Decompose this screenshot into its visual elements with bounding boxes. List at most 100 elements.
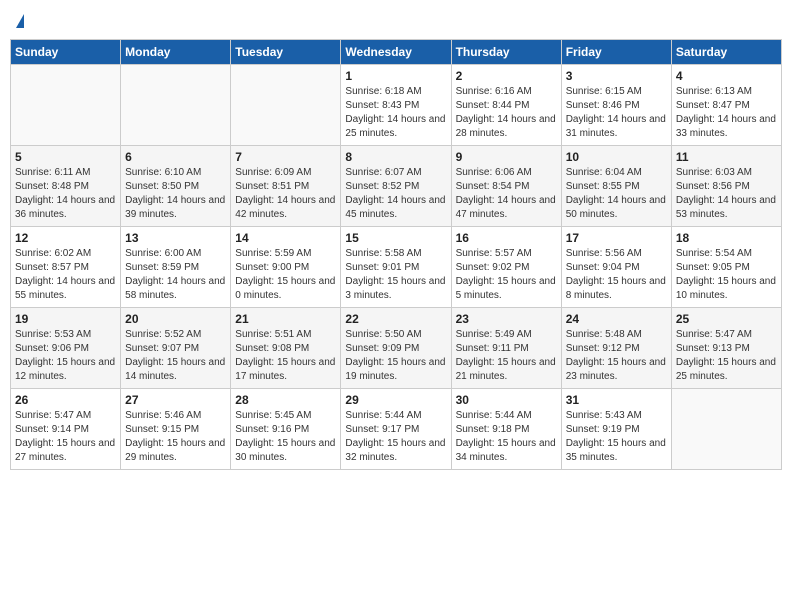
day-cell: 7Sunrise: 6:09 AM Sunset: 8:51 PM Daylig… bbox=[231, 146, 341, 227]
day-cell: 24 Sunrise: 5:48 AM Sunset: 9:12 PM Dayli… bbox=[561, 308, 671, 389]
day-cell: 12 Sunrise: 6:02 AM Sunset: 8:57 PM Dayli… bbox=[11, 227, 121, 308]
day-info: Sunrise: 5:44 AM Sunset: 9:18 PM Dayligh… bbox=[456, 409, 557, 465]
day-number: 28 bbox=[235, 393, 336, 407]
day-cell: 28 Sunrise: 5:45 AM Sunset: 9:16 PM Dayli… bbox=[231, 389, 341, 470]
day-number: 21 bbox=[235, 312, 336, 326]
day-cell: 3 Sunrise: 6:15 AM Sunset: 8:46 PM Daylig… bbox=[561, 65, 671, 146]
day-cell: 11Sunrise: 6:03 AM Sunset: 8:56 PM Dayli… bbox=[671, 146, 781, 227]
day-number: 30 bbox=[456, 393, 557, 407]
day-cell: 15 Sunrise: 5:58 AM Sunset: 9:01 PM Dayli… bbox=[341, 227, 451, 308]
day-number: 4 bbox=[676, 69, 777, 83]
day-number: 15 bbox=[345, 231, 446, 245]
logo bbox=[14, 10, 24, 31]
day-cell: 29Sunrise: 5:44 AM Sunset: 9:17 PM Dayli… bbox=[341, 389, 451, 470]
day-number: 10 bbox=[566, 150, 667, 164]
weekday-header-tuesday: Tuesday bbox=[231, 40, 341, 65]
day-number: 26 bbox=[15, 393, 116, 407]
day-cell: 10Sunrise: 6:04 AM Sunset: 8:55 PM Dayli… bbox=[561, 146, 671, 227]
day-cell: 25 Sunrise: 5:47 AM Sunset: 9:13 PM Dayli… bbox=[671, 308, 781, 389]
day-number: 23 bbox=[456, 312, 557, 326]
day-info: Sunrise: 5:59 AM Sunset: 9:00 PM Dayligh… bbox=[235, 247, 336, 303]
weekday-header-row: SundayMondayTuesdayWednesdayThursdayFrid… bbox=[11, 40, 782, 65]
day-info: Sunrise: 5:52 AM Sunset: 9:07 PM Dayligh… bbox=[125, 328, 226, 384]
day-cell: 5 Sunrise: 6:11 AM Sunset: 8:48 PM Daylig… bbox=[11, 146, 121, 227]
day-info: Sunrise: 5:56 AM Sunset: 9:04 PM Dayligh… bbox=[566, 247, 667, 303]
day-info: Sunrise: 5:57 AM Sunset: 9:02 PM Dayligh… bbox=[456, 247, 557, 303]
day-number: 6 bbox=[125, 150, 226, 164]
day-number: 24 bbox=[566, 312, 667, 326]
day-info: Sunrise: 5:48 AM Sunset: 9:12 PM Dayligh… bbox=[566, 328, 667, 384]
day-cell: 20 Sunrise: 5:52 AM Sunset: 9:07 PM Dayli… bbox=[121, 308, 231, 389]
day-cell: 6 Sunrise: 6:10 AM Sunset: 8:50 PM Daylig… bbox=[121, 146, 231, 227]
logo-triangle-icon bbox=[16, 14, 24, 28]
day-number: 13 bbox=[125, 231, 226, 245]
day-info: Sunrise: 5:49 AM Sunset: 9:11 PM Dayligh… bbox=[456, 328, 557, 384]
day-cell: 22Sunrise: 5:50 AM Sunset: 9:09 PM Dayli… bbox=[341, 308, 451, 389]
logo-text bbox=[14, 10, 24, 31]
day-cell bbox=[671, 389, 781, 470]
day-number: 16 bbox=[456, 231, 557, 245]
weekday-header-sunday: Sunday bbox=[11, 40, 121, 65]
day-number: 14 bbox=[235, 231, 336, 245]
day-cell: 16 Sunrise: 5:57 AM Sunset: 9:02 PM Dayli… bbox=[451, 227, 561, 308]
day-cell: 9Sunrise: 6:06 AM Sunset: 8:54 PM Daylig… bbox=[451, 146, 561, 227]
day-cell: 2 Sunrise: 6:16 AM Sunset: 8:44 PM Daylig… bbox=[451, 65, 561, 146]
day-info: Sunrise: 5:53 AM Sunset: 9:06 PM Dayligh… bbox=[15, 328, 116, 384]
day-info: Sunrise: 5:43 AM Sunset: 9:19 PM Dayligh… bbox=[566, 409, 667, 465]
day-info: Sunrise: 5:58 AM Sunset: 9:01 PM Dayligh… bbox=[345, 247, 446, 303]
week-row-5: 26Sunrise: 5:47 AM Sunset: 9:14 PM Dayli… bbox=[11, 389, 782, 470]
day-cell: 19 Sunrise: 5:53 AM Sunset: 9:06 PM Dayli… bbox=[11, 308, 121, 389]
day-info: Sunrise: 5:46 AM Sunset: 9:15 PM Dayligh… bbox=[125, 409, 226, 465]
day-info: Sunrise: 6:02 AM Sunset: 8:57 PM Dayligh… bbox=[15, 247, 116, 303]
day-cell: 26Sunrise: 5:47 AM Sunset: 9:14 PM Dayli… bbox=[11, 389, 121, 470]
day-info: Sunrise: 5:44 AM Sunset: 9:17 PM Dayligh… bbox=[345, 409, 446, 465]
day-number: 25 bbox=[676, 312, 777, 326]
day-info: Sunrise: 5:47 AM Sunset: 9:13 PM Dayligh… bbox=[676, 328, 777, 384]
day-cell bbox=[121, 65, 231, 146]
day-cell: 21 Sunrise: 5:51 AM Sunset: 9:08 PM Dayli… bbox=[231, 308, 341, 389]
day-info: Sunrise: 6:03 AM Sunset: 8:56 PM Dayligh… bbox=[676, 166, 777, 222]
day-number: 7 bbox=[235, 150, 336, 164]
weekday-header-saturday: Saturday bbox=[671, 40, 781, 65]
day-cell: 23 Sunrise: 5:49 AM Sunset: 9:11 PM Dayli… bbox=[451, 308, 561, 389]
day-number: 1 bbox=[345, 69, 446, 83]
day-number: 9 bbox=[456, 150, 557, 164]
day-info: Sunrise: 5:50 AM Sunset: 9:09 PM Dayligh… bbox=[345, 328, 446, 384]
day-number: 17 bbox=[566, 231, 667, 245]
day-cell: 17 Sunrise: 5:56 AM Sunset: 9:04 PM Dayli… bbox=[561, 227, 671, 308]
day-number: 18 bbox=[676, 231, 777, 245]
day-info: Sunrise: 6:10 AM Sunset: 8:50 PM Dayligh… bbox=[125, 166, 226, 222]
day-cell: 27 Sunrise: 5:46 AM Sunset: 9:15 PM Dayli… bbox=[121, 389, 231, 470]
week-row-4: 19 Sunrise: 5:53 AM Sunset: 9:06 PM Dayli… bbox=[11, 308, 782, 389]
day-info: Sunrise: 6:07 AM Sunset: 8:52 PM Dayligh… bbox=[345, 166, 446, 222]
day-cell: 8 Sunrise: 6:07 AM Sunset: 8:52 PM Daylig… bbox=[341, 146, 451, 227]
day-number: 8 bbox=[345, 150, 446, 164]
day-info: Sunrise: 5:54 AM Sunset: 9:05 PM Dayligh… bbox=[676, 247, 777, 303]
day-number: 20 bbox=[125, 312, 226, 326]
day-info: Sunrise: 6:11 AM Sunset: 8:48 PM Dayligh… bbox=[15, 166, 116, 222]
day-cell: 31Sunrise: 5:43 AM Sunset: 9:19 PM Dayli… bbox=[561, 389, 671, 470]
page-header bbox=[10, 10, 782, 31]
day-cell: 18 Sunrise: 5:54 AM Sunset: 9:05 PM Dayli… bbox=[671, 227, 781, 308]
week-row-2: 5 Sunrise: 6:11 AM Sunset: 8:48 PM Daylig… bbox=[11, 146, 782, 227]
day-cell bbox=[231, 65, 341, 146]
day-number: 5 bbox=[15, 150, 116, 164]
day-info: Sunrise: 6:15 AM Sunset: 8:46 PM Dayligh… bbox=[566, 85, 667, 141]
day-info: Sunrise: 6:16 AM Sunset: 8:44 PM Dayligh… bbox=[456, 85, 557, 141]
day-info: Sunrise: 6:00 AM Sunset: 8:59 PM Dayligh… bbox=[125, 247, 226, 303]
day-number: 12 bbox=[15, 231, 116, 245]
weekday-header-friday: Friday bbox=[561, 40, 671, 65]
day-number: 19 bbox=[15, 312, 116, 326]
week-row-3: 12 Sunrise: 6:02 AM Sunset: 8:57 PM Dayli… bbox=[11, 227, 782, 308]
day-info: Sunrise: 5:51 AM Sunset: 9:08 PM Dayligh… bbox=[235, 328, 336, 384]
day-number: 3 bbox=[566, 69, 667, 83]
day-number: 27 bbox=[125, 393, 226, 407]
day-cell: 1 Sunrise: 6:18 AM Sunset: 8:43 PM Daylig… bbox=[341, 65, 451, 146]
week-row-1: 1 Sunrise: 6:18 AM Sunset: 8:43 PM Daylig… bbox=[11, 65, 782, 146]
day-cell: 13 Sunrise: 6:00 AM Sunset: 8:59 PM Dayli… bbox=[121, 227, 231, 308]
day-number: 2 bbox=[456, 69, 557, 83]
day-info: Sunrise: 5:45 AM Sunset: 9:16 PM Dayligh… bbox=[235, 409, 336, 465]
day-info: Sunrise: 6:13 AM Sunset: 8:47 PM Dayligh… bbox=[676, 85, 777, 141]
weekday-header-thursday: Thursday bbox=[451, 40, 561, 65]
day-info: Sunrise: 6:18 AM Sunset: 8:43 PM Dayligh… bbox=[345, 85, 446, 141]
